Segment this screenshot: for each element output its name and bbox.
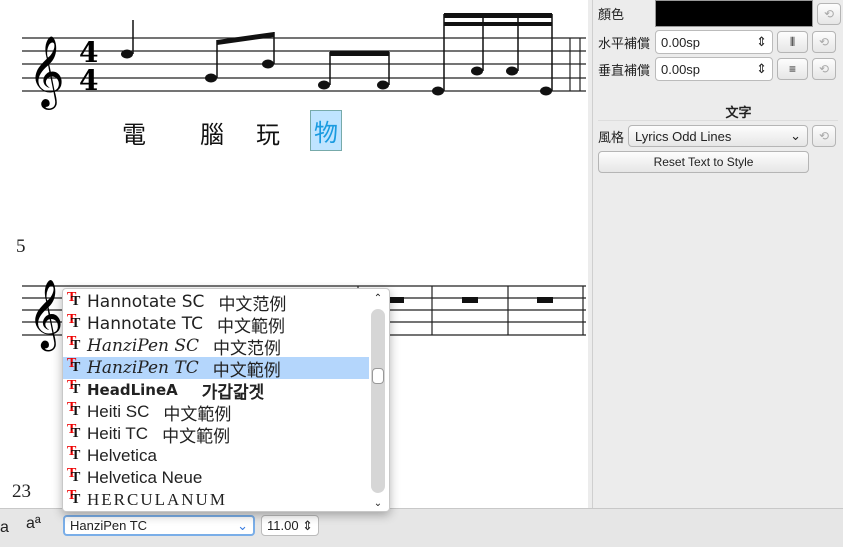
scroll-track[interactable] bbox=[371, 309, 385, 493]
superscript-button[interactable]: aª bbox=[26, 515, 41, 533]
lyric[interactable]: 玩 bbox=[256, 115, 280, 150]
h-align-button[interactable]: ⦀ bbox=[777, 31, 808, 53]
chevron-down-icon: ⌄ bbox=[237, 517, 248, 533]
time-sig-bottom: 4 bbox=[79, 64, 98, 94]
stepper-icon[interactable]: ⇕ bbox=[756, 61, 767, 77]
font-name: Hannotate SC bbox=[87, 292, 205, 312]
font-value: HanziPen TC bbox=[70, 518, 148, 533]
truetype-font-icon: TT bbox=[67, 400, 81, 419]
style-value: Lyrics Odd Lines bbox=[635, 128, 732, 144]
font-name: HeadLineA bbox=[87, 381, 178, 399]
font-size-spinbox[interactable]: 11.00 ⇕ bbox=[261, 515, 319, 536]
lyric[interactable]: 腦 bbox=[200, 115, 224, 150]
h-offset-spinbox[interactable]: 0.00sp ⇕ bbox=[655, 30, 773, 54]
truetype-font-icon: TT bbox=[67, 378, 81, 397]
style-label: 風格 bbox=[598, 129, 625, 145]
font-list-item[interactable]: T T Hannotate SC 中文范例 bbox=[63, 290, 369, 314]
color-swatch[interactable] bbox=[655, 0, 813, 27]
font-sample: 中文範例 bbox=[162, 426, 231, 446]
font-dropdown-list[interactable]: T T Hannotate SC 中文范例 T T Hannotate TC 中文範例 T T Ha… bbox=[62, 288, 390, 512]
truetype-font-icon: TT bbox=[67, 312, 81, 331]
scroll-up-icon[interactable]: ⌃ bbox=[371, 293, 385, 304]
scrollbar[interactable]: ⌃ ⌄ bbox=[371, 293, 385, 509]
scroll-down-icon[interactable]: ⌄ bbox=[371, 498, 385, 509]
font-family-dropdown[interactable]: HanziPen TC ⌄ bbox=[63, 515, 255, 536]
v-offset-spinbox[interactable]: 0.00sp ⇕ bbox=[655, 57, 773, 81]
truetype-font-icon: TT bbox=[67, 290, 81, 309]
time-signature-svg: 44 bbox=[79, 36, 98, 94]
font-name: HanziPen SC bbox=[87, 336, 200, 356]
reset-color-button[interactable]: ⟲ bbox=[817, 2, 841, 25]
font-list-item[interactable]: T T Heiti SC 中文範例 bbox=[63, 400, 369, 424]
measure-number: 23 bbox=[12, 481, 31, 502]
reset-style-button[interactable]: ⟲ bbox=[812, 125, 837, 147]
style-dropdown[interactable]: Lyrics Odd Lines ⌄ bbox=[628, 125, 809, 147]
h-offset-value: 0.00sp bbox=[661, 34, 701, 50]
truetype-font-icon: TT bbox=[67, 422, 81, 441]
reset-v-offset-button[interactable]: ⟲ bbox=[812, 58, 836, 80]
truetype-font-icon: TT bbox=[67, 466, 81, 485]
stepper-icon[interactable]: ⇕ bbox=[302, 518, 313, 534]
font-list-item[interactable]: T T Helvetica bbox=[63, 444, 369, 467]
font-list-item[interactable]: T T HERCULANUM bbox=[63, 488, 369, 511]
font-name: Helvetica bbox=[87, 446, 157, 465]
measure-number: 5 bbox=[16, 236, 26, 257]
v-align-button[interactable]: ≡ bbox=[777, 58, 808, 80]
text-toolbar: a aª HanziPen TC ⌄ 11.00 ⇕ bbox=[0, 508, 843, 547]
inspector-panel: 顏色 ⟲ 水平補償 0.00sp ⇕ ⦀ ⟲ 垂直補償 0.00sp ⇕ ≡ ⟲ 文… bbox=[592, 0, 843, 508]
font-name: HERCULANUM bbox=[87, 490, 227, 509]
scroll-thumb[interactable] bbox=[372, 367, 384, 384]
truetype-font-icon: TT bbox=[67, 488, 81, 507]
font-size-value: 11.00 bbox=[267, 518, 299, 533]
color-label: 顏色 bbox=[598, 7, 625, 22]
font-list-item[interactable]: T T HeadLineA 가갑갊겟 bbox=[63, 378, 369, 402]
truetype-font-icon: TT bbox=[67, 444, 81, 463]
chevron-down-icon: ⌄ bbox=[790, 128, 802, 143]
v-offset-label: 垂直補償 bbox=[598, 62, 651, 78]
font-name: Hannotate TC bbox=[87, 314, 204, 334]
font-name: Heiti TC bbox=[87, 424, 149, 443]
treble-clef-2: 𝄞 bbox=[28, 279, 63, 351]
font-name: HanziPen TC bbox=[87, 358, 199, 378]
h-offset-label: 水平補償 bbox=[598, 35, 651, 51]
truetype-font-icon: TT bbox=[67, 334, 81, 353]
font-name: Helvetica Neue bbox=[87, 468, 203, 487]
treble-clef: 𝄞 bbox=[28, 34, 65, 110]
lyric[interactable]: 電 bbox=[122, 115, 146, 150]
font-name: Heiti SC bbox=[87, 402, 150, 421]
font-list-item[interactable]: T T Heiti TC 中文範例 bbox=[63, 422, 369, 446]
divider bbox=[598, 120, 838, 121]
reset-h-offset-button[interactable]: ⟲ bbox=[812, 31, 836, 53]
section-title: 文字 bbox=[725, 105, 752, 120]
font-list-item[interactable]: T T Hannotate TC 中文範例 bbox=[63, 312, 369, 336]
truetype-font-icon: TT bbox=[67, 356, 81, 375]
v-offset-value: 0.00sp bbox=[661, 61, 701, 77]
font-list-item[interactable]: T T HanziPen SC 中文范例 bbox=[63, 334, 369, 358]
font-list-item[interactable]: T T Helvetica Neue bbox=[63, 466, 369, 489]
stepper-icon[interactable]: ⇕ bbox=[756, 34, 767, 50]
font-list-item[interactable]: T T HanziPen TC 中文範例 bbox=[63, 356, 369, 380]
reset-text-to-style-button[interactable]: Reset Text to Style bbox=[598, 151, 809, 173]
lyric-selected[interactable]: 物 bbox=[310, 110, 342, 151]
subscript-button[interactable]: a bbox=[0, 519, 9, 537]
